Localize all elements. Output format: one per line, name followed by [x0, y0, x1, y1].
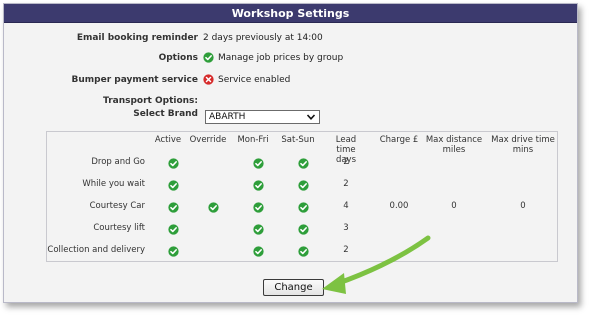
col-header-charge: Charge £ — [379, 135, 419, 145]
table-cell-lead-time: 4 — [343, 201, 349, 211]
window-title: Workshop Settings — [4, 4, 577, 23]
red-x-icon — [203, 74, 214, 85]
transport-options-heading: Transport Options: — [103, 96, 198, 106]
bumper-payment-label: Bumper payment service — [71, 75, 198, 85]
green-check-icon — [168, 202, 179, 213]
green-check-icon — [168, 180, 179, 191]
table-row-label: Collection and delivery — [47, 245, 145, 255]
table-cell-max-drive-time: 0 — [520, 201, 526, 211]
green-check-icon — [168, 246, 179, 257]
green-check-icon — [298, 202, 309, 213]
col-header-active: Active — [154, 135, 182, 145]
green-check-icon — [253, 246, 264, 257]
bumper-payment-text: Service enabled — [218, 74, 291, 85]
table-row-label: Courtesy lift — [93, 223, 145, 233]
email-reminder-label: Email booking reminder — [76, 33, 198, 43]
options-text: Manage job prices by group — [218, 52, 344, 63]
table-row-label: Drop and Go — [91, 157, 145, 167]
table-cell-lead-time: 2 — [343, 157, 349, 167]
green-check-icon — [253, 202, 264, 213]
green-arrow-annotation — [322, 235, 431, 294]
green-check-icon — [253, 180, 264, 191]
options-label: Options — [158, 53, 198, 63]
green-check-icon — [298, 180, 309, 191]
select-brand-label: Select Brand — [133, 109, 198, 119]
green-check-icon — [203, 52, 214, 63]
table-cell-charge: 0.00 — [389, 201, 409, 211]
table-cell-max-distance: 0 — [451, 201, 457, 211]
chevron-down-icon — [306, 114, 316, 120]
col-header-max-drive-time: Max drive time mins — [491, 135, 555, 155]
bumper-payment-value: Service enabled — [203, 74, 290, 85]
table-row-label: Courtesy Car — [89, 201, 145, 211]
green-check-icon — [298, 158, 309, 169]
col-header-max-distance: Max distance miles — [425, 135, 483, 155]
brand-select-value: ABARTH — [209, 112, 246, 122]
green-check-icon — [208, 202, 219, 213]
col-header-mon-fri: Mon-Fri — [237, 135, 269, 145]
green-check-icon — [253, 224, 264, 235]
table-cell-lead-time: 2 — [343, 179, 349, 189]
green-check-icon — [253, 158, 264, 169]
table-row-label: While you wait — [82, 179, 145, 189]
col-header-override: Override — [189, 135, 227, 145]
workshop-settings-panel: Workshop Settings Email booking reminder… — [3, 3, 578, 303]
green-check-icon — [168, 158, 179, 169]
email-reminder-text: 2 days previously at 14:00 — [203, 33, 323, 43]
options-value: Manage job prices by group — [203, 52, 343, 63]
col-header-sat-sun: Sat-Sun — [281, 135, 315, 145]
brand-select[interactable]: ABARTH — [205, 110, 320, 124]
green-check-icon — [168, 224, 179, 235]
email-reminder-value: 2 days previously at 14:00 — [203, 33, 323, 43]
